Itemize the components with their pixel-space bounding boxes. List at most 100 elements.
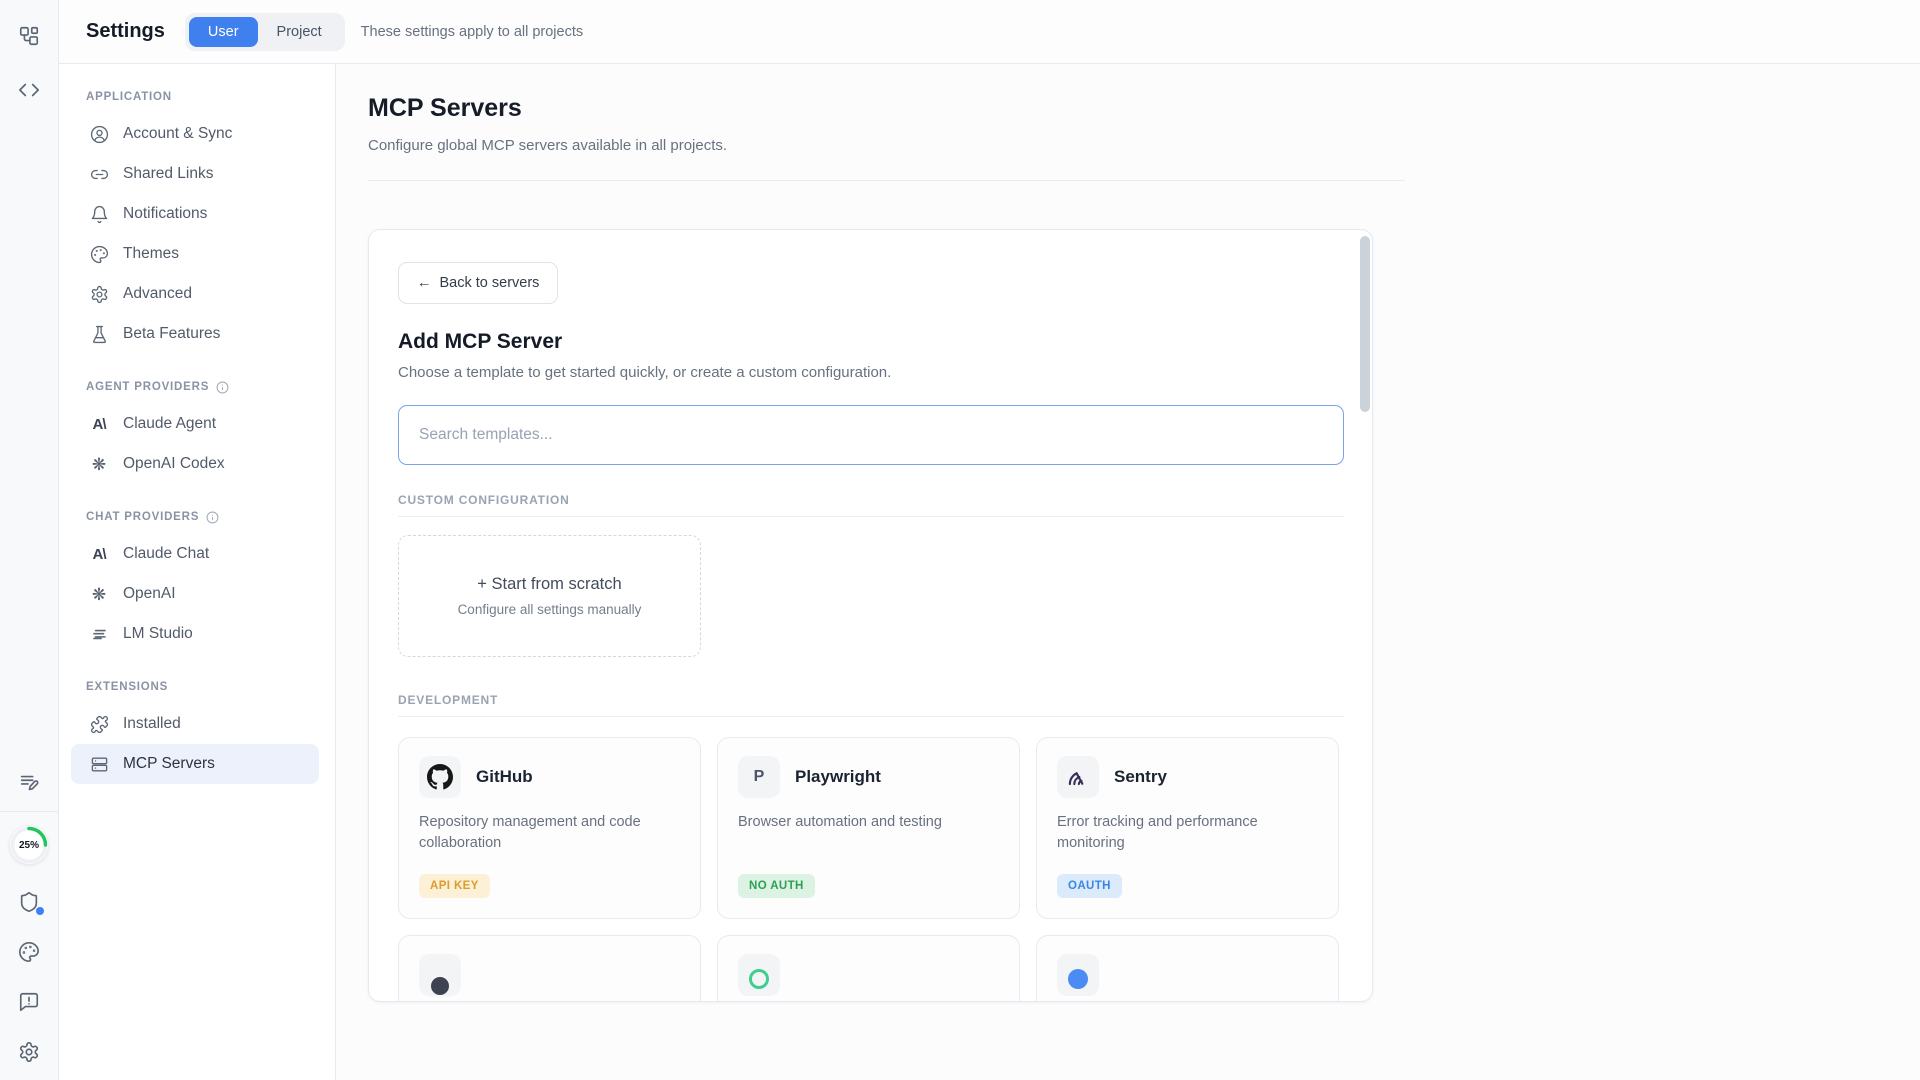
openai-logo-icon: ❋ (89, 584, 109, 604)
start-from-scratch-subtitle: Configure all settings manually (458, 602, 642, 617)
partial-template-icon (1057, 954, 1099, 996)
sidebar-item-label: Advanced (123, 285, 192, 303)
icon-rail: 25% (0, 0, 59, 1080)
main-content: MCP Servers Configure global MCP servers… (336, 64, 1920, 1080)
template-card-partial-1[interactable] (398, 935, 701, 1002)
topbar: Settings User Project These settings app… (59, 0, 1920, 64)
start-from-scratch-card[interactable]: + Start from scratch Configure all setti… (398, 535, 701, 657)
section-application: APPLICATION (86, 86, 319, 108)
palette-icon[interactable] (17, 940, 41, 964)
sidebar-item-account-sync[interactable]: Account & Sync (71, 114, 319, 154)
template-description: Repository management and code collabora… (419, 812, 669, 854)
group-divider (398, 716, 1344, 717)
sidebar-item-label: Beta Features (123, 325, 220, 343)
scope-toggle: User Project (185, 13, 345, 51)
sidebar-item-themes[interactable]: Themes (71, 234, 319, 274)
template-description: Browser automation and testing (738, 812, 988, 833)
sidebar-item-label: OpenAI Codex (123, 455, 225, 473)
scope-note: These settings apply to all projects (361, 24, 583, 40)
sidebar-item-advanced[interactable]: Advanced (71, 274, 319, 314)
panel-description: Choose a template to get started quickly… (398, 364, 1343, 381)
sidebar-item-mcp-servers[interactable]: MCP Servers (71, 744, 319, 784)
template-card-partial-2[interactable] (717, 935, 1020, 1002)
development-label: DEVELOPMENT (398, 693, 1343, 707)
content-subtitle: Configure global MCP servers available i… (368, 137, 1920, 154)
tab-project[interactable]: Project (258, 17, 341, 47)
sidebar-item-label: MCP Servers (123, 755, 215, 773)
sidebar-item-label: Themes (123, 245, 179, 263)
custom-configuration-label: CUSTOM CONFIGURATION (398, 493, 1343, 507)
usage-percent-label: 25% (19, 840, 39, 851)
template-card-github[interactable]: GitHub Repository management and code co… (398, 737, 701, 919)
template-card-sentry[interactable]: Sentry Error tracking and performance mo… (1036, 737, 1339, 919)
link-icon (89, 164, 109, 184)
settings-sidebar: APPLICATION Account & Sync Shared Links … (59, 64, 336, 1080)
shield-icon[interactable] (17, 890, 41, 914)
info-icon[interactable] (216, 381, 229, 394)
sidebar-item-claude-chat[interactable]: A\ Claude Chat (71, 534, 319, 574)
template-card-playwright[interactable]: P Playwright Browser automation and test… (717, 737, 1020, 919)
notification-dot (36, 907, 44, 915)
tab-user[interactable]: User (189, 17, 258, 47)
sidebar-item-beta-features[interactable]: Beta Features (71, 314, 319, 354)
auth-badge: OAUTH (1057, 874, 1122, 898)
code-icon[interactable] (17, 78, 41, 102)
sidebar-item-label: OpenAI (123, 585, 176, 603)
notes-edit-icon[interactable] (17, 771, 41, 795)
sidebar-item-label: Claude Chat (123, 545, 209, 563)
lm-studio-logo-icon (89, 624, 109, 644)
partial-template-icon (419, 954, 461, 996)
anthropic-logo-icon: A\ (89, 544, 109, 564)
page-title: Settings (86, 20, 165, 43)
sidebar-item-label: Claude Agent (123, 415, 216, 433)
puzzle-icon (89, 714, 109, 734)
sidebar-item-claude-agent[interactable]: A\ Claude Agent (71, 404, 319, 444)
sidebar-item-label: LM Studio (123, 625, 193, 643)
template-card-partial-3[interactable] (1036, 935, 1339, 1002)
sidebar-item-label: Account & Sync (123, 125, 232, 143)
template-name: Playwright (795, 767, 881, 787)
arrow-left-icon: ← (417, 275, 432, 291)
github-logo-icon (419, 756, 461, 798)
anthropic-logo-icon: A\ (89, 414, 109, 434)
sidebar-item-shared-links[interactable]: Shared Links (71, 154, 319, 194)
rail-divider (0, 811, 58, 812)
panel-scrollbar-thumb[interactable] (1360, 236, 1370, 412)
usage-ring[interactable]: 25% (10, 826, 48, 864)
sidebar-item-label: Installed (123, 715, 181, 733)
workflow-icon[interactable] (17, 24, 41, 48)
search-templates-input[interactable] (398, 405, 1344, 465)
sidebar-item-notifications[interactable]: Notifications (71, 194, 319, 234)
gear-icon[interactable] (17, 1040, 41, 1064)
template-description: Error tracking and performance monitorin… (1057, 812, 1307, 854)
section-extensions: EXTENSIONS (86, 676, 319, 698)
palette-icon (89, 244, 109, 264)
content-divider (368, 180, 1405, 181)
feedback-icon[interactable] (17, 990, 41, 1014)
sidebar-item-installed[interactable]: Installed (71, 704, 319, 744)
start-from-scratch-title: + Start from scratch (477, 575, 621, 594)
add-mcp-server-panel: ← Back to servers Add MCP Server Choose … (368, 229, 1373, 1002)
sidebar-item-label: Notifications (123, 205, 207, 223)
auth-badge: NO AUTH (738, 874, 815, 898)
group-divider (398, 516, 1344, 517)
info-icon[interactable] (206, 511, 219, 524)
sidebar-item-openai-codex[interactable]: ❋ OpenAI Codex (71, 444, 319, 484)
openai-logo-icon: ❋ (89, 454, 109, 474)
section-agent-providers: AGENT PROVIDERS (86, 376, 319, 398)
auth-badge: API KEY (419, 874, 490, 898)
template-name: GitHub (476, 767, 533, 787)
template-card-grid: GitHub Repository management and code co… (398, 737, 1343, 1002)
bell-icon (89, 204, 109, 224)
gear-icon (89, 284, 109, 304)
partial-template-icon (738, 954, 780, 996)
sidebar-item-openai[interactable]: ❋ OpenAI (71, 574, 319, 614)
flask-icon (89, 324, 109, 344)
sidebar-item-lm-studio[interactable]: LM Studio (71, 614, 319, 654)
sentry-logo-icon (1057, 756, 1099, 798)
sidebar-item-label: Shared Links (123, 165, 213, 183)
section-chat-providers: CHAT PROVIDERS (86, 506, 319, 528)
back-to-servers-button[interactable]: ← Back to servers (398, 262, 558, 304)
panel-heading: Add MCP Server (398, 330, 1343, 354)
content-title: MCP Servers (368, 94, 1920, 123)
